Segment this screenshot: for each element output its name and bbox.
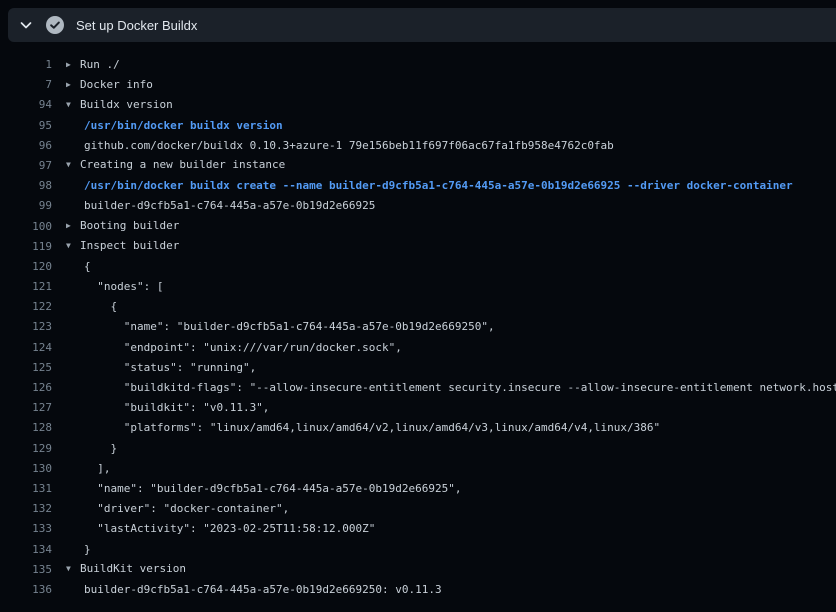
- log-line: 99 builder-d9cfb5a1-c764-445a-a57e-0b19d2…: [0, 196, 836, 216]
- expand-arrow-icon[interactable]: ▶: [66, 75, 80, 95]
- chevron-down-icon[interactable]: [18, 17, 34, 33]
- log-line: 136 builder-d9cfb5a1-c764-445a-a57e-0b19d…: [0, 580, 836, 600]
- line-number[interactable]: 7: [0, 75, 52, 95]
- log-group-line[interactable]: 1 ▶Run ./: [0, 55, 836, 75]
- group-title: Run ./: [80, 58, 120, 71]
- line-number[interactable]: 98: [0, 176, 52, 196]
- output-text: "platforms": "linux/amd64,linux/amd64/v2…: [84, 421, 660, 434]
- line-number[interactable]: 126: [0, 378, 52, 398]
- log-line: 131 "name": "builder-d9cfb5a1-c764-445a-…: [0, 479, 836, 499]
- command-text: /usr/bin/docker buildx version: [84, 119, 283, 132]
- output-text: "driver": "docker-container",: [84, 502, 289, 515]
- line-number[interactable]: 1: [0, 55, 52, 75]
- line-number[interactable]: 99: [0, 196, 52, 216]
- output-text: }: [84, 442, 117, 455]
- output-text: builder-d9cfb5a1-c764-445a-a57e-0b19d2e6…: [84, 583, 442, 596]
- output-text: github.com/docker/buildx 0.10.3+azure-1 …: [84, 139, 614, 152]
- log-group-line[interactable]: 119 ▼Inspect builder: [0, 237, 836, 257]
- log-line: 123 "name": "builder-d9cfb5a1-c764-445a-…: [0, 317, 836, 337]
- line-number[interactable]: 94: [0, 95, 52, 115]
- step-header[interactable]: Set up Docker Buildx: [8, 8, 836, 42]
- line-number[interactable]: 129: [0, 439, 52, 459]
- group-title: BuildKit version: [80, 562, 186, 575]
- log-line: 127 "buildkit": "v0.11.3",: [0, 398, 836, 418]
- output-text: "status": "running",: [84, 361, 256, 374]
- output-text: builder-d9cfb5a1-c764-445a-a57e-0b19d2e6…: [84, 199, 375, 212]
- line-number[interactable]: 100: [0, 217, 52, 237]
- collapse-arrow-icon[interactable]: ▼: [66, 559, 80, 579]
- log-line: 132 "driver": "docker-container",: [0, 499, 836, 519]
- log-line: 129 }: [0, 439, 836, 459]
- line-number[interactable]: 135: [0, 560, 52, 580]
- output-text: }: [84, 543, 91, 556]
- output-text: "name": "builder-d9cfb5a1-c764-445a-a57e…: [84, 320, 495, 333]
- log-group-line[interactable]: 94 ▼Buildx version: [0, 95, 836, 115]
- output-text: "buildkit": "v0.11.3",: [84, 401, 269, 414]
- log-group-line[interactable]: 100 ▶Booting builder: [0, 217, 836, 237]
- command-text: /usr/bin/docker buildx create --name bui…: [84, 179, 793, 192]
- line-number[interactable]: 121: [0, 277, 52, 297]
- log-line: 96 github.com/docker/buildx 0.10.3+azure-…: [0, 136, 836, 156]
- collapse-arrow-icon[interactable]: ▼: [66, 155, 80, 175]
- line-number[interactable]: 125: [0, 358, 52, 378]
- line-number[interactable]: 123: [0, 317, 52, 337]
- output-text: "buildkitd-flags": "--allow-insecure-ent…: [84, 381, 836, 394]
- output-text: "name": "builder-d9cfb5a1-c764-445a-a57e…: [84, 482, 462, 495]
- group-title: Inspect builder: [80, 239, 179, 252]
- group-title: Buildx version: [80, 98, 173, 111]
- output-text: "nodes": [: [84, 280, 163, 293]
- expand-arrow-icon[interactable]: ▶: [66, 55, 80, 75]
- line-number[interactable]: 124: [0, 338, 52, 358]
- log-viewer: 1▶Run ./7▶Docker info94▼Buildx version95…: [0, 55, 836, 600]
- line-number[interactable]: 130: [0, 459, 52, 479]
- line-number[interactable]: 95: [0, 116, 52, 136]
- line-number[interactable]: 128: [0, 418, 52, 438]
- log-line: 125 "status": "running",: [0, 358, 836, 378]
- output-text: ],: [84, 462, 111, 475]
- line-number[interactable]: 97: [0, 156, 52, 176]
- log-line: 128 "platforms": "linux/amd64,linux/amd6…: [0, 418, 836, 438]
- log-line: 126 "buildkitd-flags": "--allow-insecure…: [0, 378, 836, 398]
- log-line: 122 {: [0, 297, 836, 317]
- line-number[interactable]: 120: [0, 257, 52, 277]
- log-group-line[interactable]: 97 ▼Creating a new builder instance: [0, 156, 836, 176]
- log-line: 124 "endpoint": "unix:///var/run/docker.…: [0, 338, 836, 358]
- line-number[interactable]: 122: [0, 297, 52, 317]
- log-line: 133 "lastActivity": "2023-02-25T11:58:12…: [0, 519, 836, 539]
- group-title: Creating a new builder instance: [80, 158, 285, 171]
- step-title: Set up Docker Buildx: [76, 18, 197, 33]
- collapse-arrow-icon[interactable]: ▼: [66, 95, 80, 115]
- collapse-arrow-icon[interactable]: ▼: [66, 236, 80, 256]
- log-line: 95/usr/bin/docker buildx version: [0, 116, 836, 136]
- line-number[interactable]: 132: [0, 499, 52, 519]
- log-line: 134}: [0, 540, 836, 560]
- log-line: 120 {: [0, 257, 836, 277]
- group-title: Docker info: [80, 78, 153, 91]
- log-line: 121 "nodes": [: [0, 277, 836, 297]
- output-text: "endpoint": "unix:///var/run/docker.sock…: [84, 341, 402, 354]
- log-group-line[interactable]: 7 ▶Docker info: [0, 75, 836, 95]
- line-number[interactable]: 119: [0, 237, 52, 257]
- line-number[interactable]: 131: [0, 479, 52, 499]
- check-circle-icon: [46, 16, 64, 34]
- group-title: Booting builder: [80, 219, 179, 232]
- line-number[interactable]: 136: [0, 580, 52, 600]
- line-number[interactable]: 133: [0, 519, 52, 539]
- log-group-line[interactable]: 135 ▼BuildKit version: [0, 560, 836, 580]
- output-text: {: [84, 260, 91, 273]
- log-line: 130 ],: [0, 459, 836, 479]
- line-number[interactable]: 127: [0, 398, 52, 418]
- expand-arrow-icon[interactable]: ▶: [66, 216, 80, 236]
- log-line: 98/usr/bin/docker buildx create --name b…: [0, 176, 836, 196]
- output-text: "lastActivity": "2023-02-25T11:58:12.000…: [84, 522, 375, 535]
- line-number[interactable]: 134: [0, 540, 52, 560]
- line-number[interactable]: 96: [0, 136, 52, 156]
- output-text: {: [84, 300, 117, 313]
